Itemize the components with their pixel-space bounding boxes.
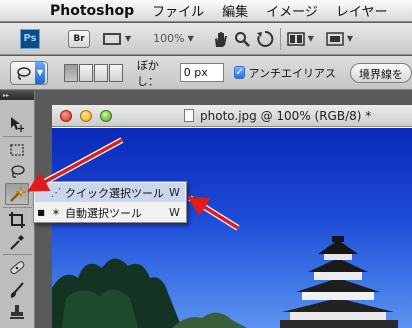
close-window-button[interactable] <box>60 110 72 122</box>
zoom-window-button[interactable] <box>100 110 112 122</box>
healing-brush-tool[interactable] <box>5 257 29 279</box>
hand-tool-button[interactable] <box>212 30 228 48</box>
arrange-documents-icon <box>287 31 305 46</box>
screen-mode-button[interactable]: ▼ <box>326 31 353 47</box>
marquee-tool[interactable] <box>5 139 29 161</box>
photo-image <box>52 236 398 328</box>
arrange-documents-button[interactable]: ▼ <box>287 31 314 47</box>
eyedropper-icon <box>10 235 24 250</box>
flyout-item-shortcut: W <box>169 186 180 199</box>
move-tool[interactable] <box>5 113 29 135</box>
lasso-tool-icon <box>11 165 25 178</box>
stamp-icon <box>10 305 24 319</box>
view-extras-icon <box>103 32 121 45</box>
add-to-selection-button[interactable] <box>78 63 93 82</box>
intersect-selection-button[interactable] <box>108 63 123 82</box>
flyout-item-quick-selection[interactable]: ⋰ クイック選択ツール W <box>35 183 185 202</box>
feather-input[interactable] <box>179 63 224 82</box>
zoom-level-dropdown[interactable]: 100% ▼ <box>131 32 194 45</box>
rotate-view-button[interactable] <box>256 30 274 48</box>
lasso-tool[interactable] <box>5 161 29 183</box>
feather-label: ぼかし： <box>136 58 159 88</box>
tools-panel: ▸▸ <box>0 91 35 328</box>
new-selection-button[interactable] <box>63 63 78 82</box>
menu-image[interactable]: イメージ <box>257 1 327 20</box>
quick-selection-icon: ⋰ <box>50 186 62 199</box>
menu-edit[interactable]: 編集 <box>213 1 257 20</box>
zoom-level: 100% <box>153 32 185 45</box>
antialias-label: アンチエイリアス <box>248 66 336 80</box>
menu-file[interactable]: ファイル <box>143 1 213 20</box>
clone-stamp-tool[interactable] <box>5 301 29 323</box>
image-canvas[interactable] <box>52 128 412 328</box>
selection-mode-group <box>63 63 123 82</box>
brush-icon <box>10 282 24 298</box>
photoshop-logo: Ps <box>20 28 40 49</box>
menu-bar: Photoshop ファイル 編集 イメージ レイヤー <box>0 0 412 22</box>
crop-icon <box>9 212 25 228</box>
bandage-icon <box>10 261 25 275</box>
selected-bullet: ■ <box>37 208 45 217</box>
divider <box>3 136 32 137</box>
refine-edge-button[interactable]: 境界線を <box>350 62 412 83</box>
divider <box>3 254 32 255</box>
application-bar: Ps Br ▼ 100% ▼ ▼ ▼ <box>0 23 412 55</box>
divider <box>3 207 32 208</box>
flyout-item-shortcut: W <box>169 206 180 219</box>
document-title: photo.jpg @ 100% (RGB/8) * <box>200 109 372 123</box>
zoom-tool-button[interactable] <box>234 31 250 47</box>
options-bar: ▼ ぼかし： ✓ アンチエイリアス 境界線を <box>0 56 412 90</box>
marquee-icon <box>10 144 24 156</box>
flyout-item-label: 自動選択ツール <box>65 206 142 220</box>
antialias-checkbox[interactable]: ✓ <box>233 66 246 79</box>
crop-tool[interactable] <box>5 209 29 231</box>
bridge-button[interactable]: Br <box>68 29 90 48</box>
hand-icon <box>214 31 227 47</box>
magic-wand-icon <box>10 186 26 202</box>
castle <box>280 236 398 328</box>
tools-panel-header[interactable]: ▸▸ <box>0 91 34 100</box>
rotate-view-icon <box>256 30 274 47</box>
subtract-from-selection-button[interactable] <box>93 63 108 82</box>
minimize-window-button[interactable] <box>80 110 92 122</box>
magnifier-icon <box>234 31 250 47</box>
screen-mode-icon <box>326 31 344 46</box>
magic-wand-icon: ✶ <box>51 206 61 219</box>
lasso-icon <box>17 66 31 80</box>
flyout-item-label: クイック選択ツール <box>65 186 164 200</box>
tool-preset-picker[interactable]: ▼ <box>10 60 48 85</box>
brush-tool[interactable] <box>5 279 29 301</box>
document-file-icon <box>184 109 194 122</box>
document-title-bar[interactable]: photo.jpg @ 100% (RGB/8) * <box>52 105 412 127</box>
eyedropper-tool[interactable] <box>5 231 29 253</box>
flyout-item-magic-wand[interactable]: ■ ✶ 自動選択ツール W <box>35 203 185 222</box>
quick-selection-tool[interactable] <box>5 183 29 205</box>
chevron-down-icon: ▼ <box>35 61 45 84</box>
move-tool-icon <box>11 117 24 132</box>
view-extras-button[interactable]: ▼ <box>102 31 131 47</box>
menu-app-name[interactable]: Photoshop <box>46 3 143 19</box>
menu-layer[interactable]: レイヤー <box>327 1 397 20</box>
divider <box>279 27 281 50</box>
tool-flyout-menu: ⋰ クイック選択ツール W ■ ✶ 自動選択ツール W <box>33 181 187 223</box>
